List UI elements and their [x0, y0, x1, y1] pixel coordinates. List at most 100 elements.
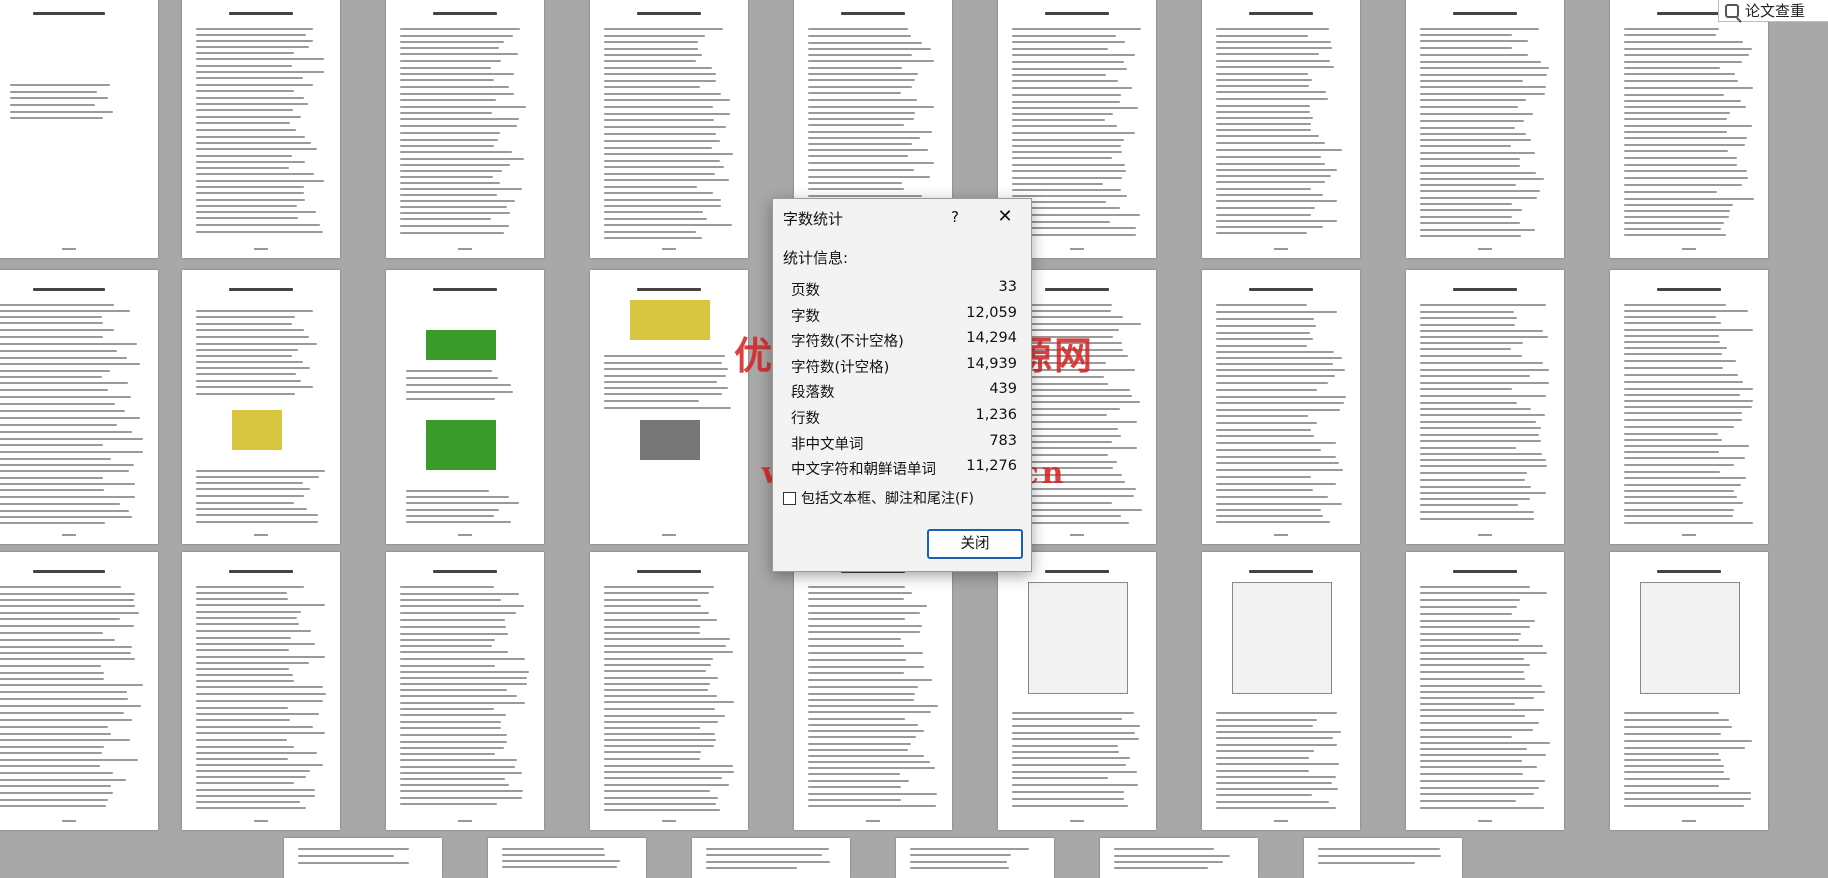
text-line — [1420, 40, 1529, 42]
thesis-check-widget[interactable]: 论文查重 — [1718, 0, 1828, 22]
document-page-thumbnail[interactable] — [1202, 270, 1360, 544]
document-page-thumbnail[interactable] — [1100, 838, 1258, 878]
text-line — [1624, 177, 1748, 179]
text-line — [400, 139, 498, 141]
text-line — [1624, 433, 1718, 435]
document-page-thumbnail[interactable] — [1406, 552, 1564, 830]
include-textboxes-checkbox-row[interactable]: 包括文本框、脚注和尾注(F) — [783, 488, 974, 508]
document-page-thumbnail[interactable] — [794, 552, 952, 830]
document-page-thumbnail[interactable] — [0, 270, 158, 544]
text-line — [1216, 449, 1321, 451]
text-line — [400, 86, 509, 88]
document-page-thumbnail[interactable] — [284, 838, 442, 878]
text-line — [1624, 406, 1752, 408]
text-line — [604, 48, 699, 50]
text-line — [1216, 41, 1331, 43]
text-line — [1624, 367, 1723, 369]
text-line — [0, 799, 108, 801]
document-page-thumbnail[interactable] — [386, 270, 544, 544]
text-line — [1216, 396, 1346, 398]
text-line — [604, 771, 734, 773]
document-page-thumbnail[interactable] — [1610, 0, 1768, 258]
text-line — [196, 71, 325, 73]
text-line — [1420, 620, 1535, 622]
text-line — [1420, 440, 1542, 442]
document-page-thumbnail[interactable] — [1610, 270, 1768, 544]
document-page-thumbnail[interactable] — [1610, 552, 1768, 830]
text-line — [0, 470, 129, 472]
document-page-thumbnail[interactable] — [1202, 0, 1360, 258]
text-line — [1216, 175, 1331, 177]
text-line — [808, 711, 931, 713]
page-heading-line — [1657, 570, 1721, 573]
text-line — [604, 695, 718, 697]
document-page-thumbnail[interactable] — [182, 270, 340, 544]
text-line — [1216, 757, 1309, 759]
text-line — [1216, 351, 1335, 353]
text-line — [1216, 142, 1325, 144]
text-line — [1216, 332, 1310, 334]
text-line — [1420, 793, 1535, 795]
figure-image — [426, 330, 496, 360]
text-line — [1012, 784, 1139, 786]
include-textboxes-checkbox[interactable] — [783, 491, 796, 505]
document-page-thumbnail[interactable] — [0, 0, 158, 258]
document-page-thumbnail[interactable] — [1202, 552, 1360, 830]
text-line — [604, 638, 731, 640]
text-line — [604, 745, 715, 747]
stat-row-paragraphs: 段落数 439 — [791, 377, 1017, 403]
text-line — [1624, 41, 1743, 43]
text-line — [400, 753, 496, 755]
document-page-thumbnail[interactable] — [896, 838, 1054, 878]
text-line — [196, 801, 301, 803]
document-page-thumbnail[interactable] — [1406, 0, 1564, 258]
text-line — [1216, 794, 1312, 796]
page-heading-line — [637, 570, 701, 573]
include-textboxes-label: 包括文本框、脚注和尾注(F) — [801, 491, 974, 507]
document-page-thumbnail[interactable] — [1406, 270, 1564, 544]
text-line — [808, 799, 901, 801]
document-page-thumbnail[interactable] — [590, 270, 748, 544]
text-line — [808, 182, 903, 184]
page-heading-line — [1249, 570, 1313, 573]
document-page-thumbnail[interactable] — [0, 552, 158, 830]
document-page-thumbnail[interactable] — [1304, 838, 1462, 878]
document-page-thumbnail[interactable] — [488, 838, 646, 878]
help-button[interactable]: ? — [941, 205, 969, 229]
text-line — [1624, 502, 1743, 504]
text-line — [1624, 234, 1726, 236]
document-page-thumbnail[interactable] — [182, 0, 340, 258]
text-line — [808, 686, 919, 688]
close-button[interactable]: 关闭 — [927, 529, 1023, 559]
document-page-thumbnail[interactable] — [998, 552, 1156, 830]
text-line — [604, 809, 721, 811]
page-number — [1682, 820, 1696, 822]
close-icon[interactable]: ✕ — [991, 205, 1019, 229]
text-line — [1318, 862, 1415, 864]
document-page-thumbnail[interactable] — [182, 552, 340, 830]
text-line — [1216, 338, 1313, 340]
document-page-thumbnail[interactable] — [590, 552, 748, 830]
text-line — [1624, 341, 1720, 343]
figure-image — [640, 420, 700, 460]
text-line — [196, 136, 306, 138]
document-page-thumbnail[interactable] — [692, 838, 850, 878]
text-line — [0, 424, 117, 426]
text-line — [1012, 107, 1138, 109]
text-line — [1420, 459, 1547, 461]
text-line — [1216, 483, 1336, 485]
text-line — [1420, 86, 1547, 88]
document-page-thumbnail[interactable] — [386, 0, 544, 258]
text-line — [400, 145, 495, 147]
document-page-thumbnail[interactable] — [386, 552, 544, 830]
text-line — [0, 672, 105, 674]
text-line — [604, 393, 723, 395]
document-page-thumbnail[interactable] — [590, 0, 748, 258]
text-line — [196, 186, 305, 188]
text-line — [1624, 439, 1723, 441]
text-line — [1624, 785, 1720, 787]
text-line — [0, 477, 104, 479]
text-line — [502, 848, 605, 850]
text-line — [1624, 310, 1748, 312]
text-line — [604, 645, 726, 647]
